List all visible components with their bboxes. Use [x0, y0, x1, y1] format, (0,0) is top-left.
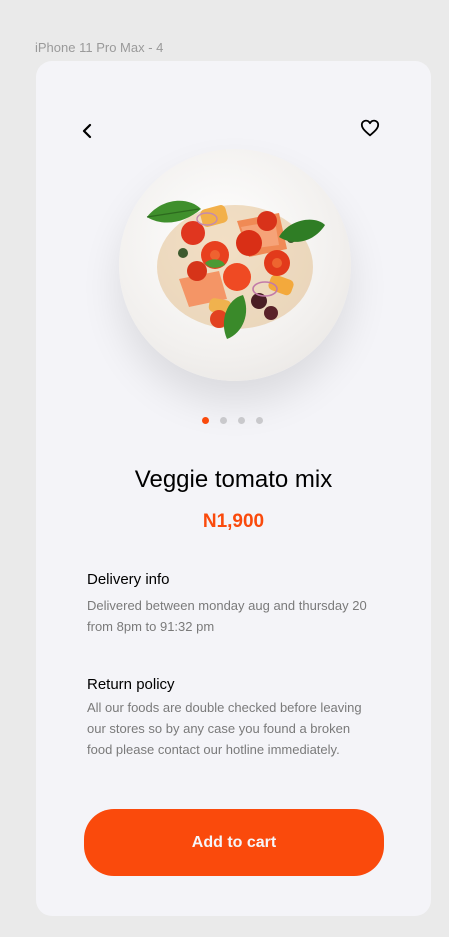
carousel-dot[interactable]: [220, 417, 227, 424]
add-to-cart-button[interactable]: Add to cart: [84, 809, 384, 876]
favorite-button[interactable]: [358, 116, 382, 140]
carousel-dot[interactable]: [238, 417, 245, 424]
product-detail-screen: Veggie tomato mix N1,900 Delivery info D…: [36, 61, 431, 916]
image-carousel-dots: [202, 417, 263, 424]
return-policy-heading: Return policy: [87, 676, 175, 693]
back-button[interactable]: [76, 119, 100, 143]
delivery-info-heading: Delivery info: [87, 571, 170, 588]
food-illustration: [146, 200, 325, 339]
frame-label: iPhone 11 Pro Max - 4: [35, 40, 164, 55]
carousel-dot-active[interactable]: [202, 417, 209, 424]
carousel-dot[interactable]: [256, 417, 263, 424]
heart-outline-icon: [360, 119, 380, 137]
product-title: Veggie tomato mix: [134, 466, 333, 493]
product-price: N1,900: [202, 511, 265, 532]
product-image: [119, 149, 351, 381]
return-policy-text: All our foods are double checked before …: [87, 700, 362, 757]
chevron-left-icon: [82, 123, 92, 139]
delivery-info-text: Delivered between monday aug and thursda…: [87, 598, 367, 634]
